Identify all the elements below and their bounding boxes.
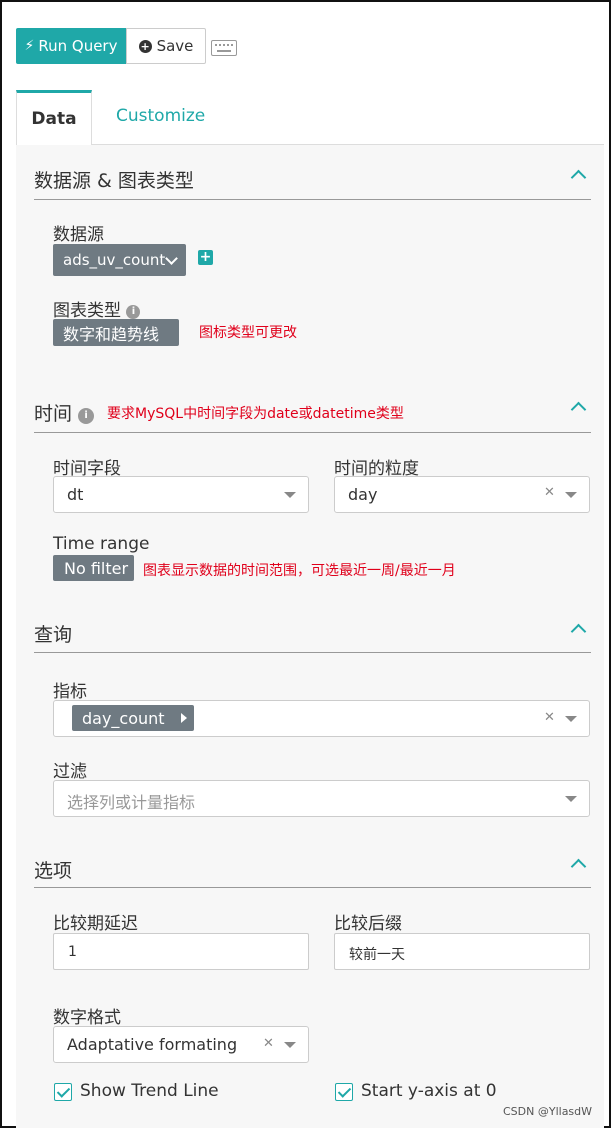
metric-select[interactable]: day_count ✕ [53,700,590,737]
options-section-title[interactable]: 选项 [34,856,72,883]
info-icon[interactable]: i [78,408,95,424]
metric-label: 指标 [53,682,87,702]
tab-data[interactable]: Data [16,90,92,145]
number-format-select[interactable]: Adaptative formating ✕ [53,1026,309,1063]
metric-value: day_count [82,708,165,728]
clear-icon[interactable]: ✕ [544,710,555,725]
bolt-icon: ⚡ [24,38,35,54]
add-datasource-icon[interactable]: + [198,250,213,265]
start-y-axis-zero-label: Start y-axis at 0 [361,1081,497,1101]
comparison-suffix-input[interactable]: 较前一天 [334,933,590,970]
caret-down-icon [565,492,577,498]
granularity-value: day [348,485,378,504]
caret-down-icon [284,492,296,498]
comparison-lag-value: 1 [68,944,77,960]
caret-down-icon [565,716,577,722]
datasource-value: ads_uv_count [63,251,166,269]
time-range-note: 图表显示数据的时间范围，可选最近一周/最近一月 [143,563,456,579]
query-section-title[interactable]: 查询 [34,620,72,647]
run-query-button[interactable]: ⚡ Run Query [16,28,126,64]
plus-circle-icon: + [138,39,152,53]
time-section-note: 要求MySQL中时间字段为date或datetime类型 [107,406,404,422]
caret-right-icon [181,713,187,723]
keyboard-icon[interactable] [211,40,237,56]
comparison-suffix-label: 比较后缀 [334,914,402,934]
tab-customize[interactable]: Customize [116,106,205,126]
time-range-value: No filter [64,558,129,578]
chevron-down-icon [165,252,178,265]
section-divider [34,652,591,653]
watermark: CSDN @YllasdW [503,1105,593,1118]
filter-placeholder: 选择列或计量指标 [67,793,196,812]
comparison-lag-label: 比较期延迟 [53,914,138,934]
datasource-label: 数据源 [53,225,104,245]
run-query-label: Run Query [38,37,118,55]
metric-tag[interactable]: day_count [72,705,194,731]
granularity-select[interactable]: day ✕ [334,476,590,513]
datasource-section-title[interactable]: 数据源 & 图表类型 [34,166,194,193]
caret-down-icon [284,1042,296,1048]
time-range-label: Time range [53,534,150,554]
filter-label: 过滤 [53,762,87,782]
chart-type-note: 图标类型可更改 [199,325,297,341]
show-trend-line-label: Show Trend Line [80,1081,219,1101]
caret-down-icon [565,796,577,802]
data-panel [16,145,604,1128]
filter-select[interactable]: 选择列或计量指标 [53,780,590,817]
chart-type-button[interactable]: 数字和趋势线 [53,319,179,346]
save-button[interactable]: + Save [126,28,206,64]
time-column-value: dt [67,485,84,504]
number-format-label: 数字格式 [53,1008,121,1028]
show-trend-line-checkbox[interactable] [54,1083,72,1101]
chart-type-value: 数字和趋势线 [63,324,160,344]
time-range-button[interactable]: No filter [53,555,134,581]
chart-type-label-wrap: 图表类型 i [53,296,141,321]
section-divider [34,432,591,433]
clear-icon[interactable]: ✕ [544,485,555,500]
number-format-value: Adaptative formating [67,1035,238,1054]
datasource-dropdown[interactable]: ads_uv_count [53,244,186,276]
section-divider [34,199,591,200]
comparison-lag-input[interactable]: 1 [53,933,309,970]
info-icon[interactable]: i [126,305,141,319]
start-y-axis-zero-checkbox[interactable] [335,1083,353,1101]
time-section-title-wrap[interactable]: 时间 i [34,399,95,426]
chart-type-label: 图表类型 [53,301,121,321]
comparison-suffix-value: 较前一天 [349,947,405,963]
section-divider [34,887,591,888]
clear-icon[interactable]: ✕ [263,1036,274,1051]
time-column-select[interactable]: dt [53,476,309,513]
time-section-title: 时间 [34,403,73,425]
save-label: Save [156,37,194,55]
